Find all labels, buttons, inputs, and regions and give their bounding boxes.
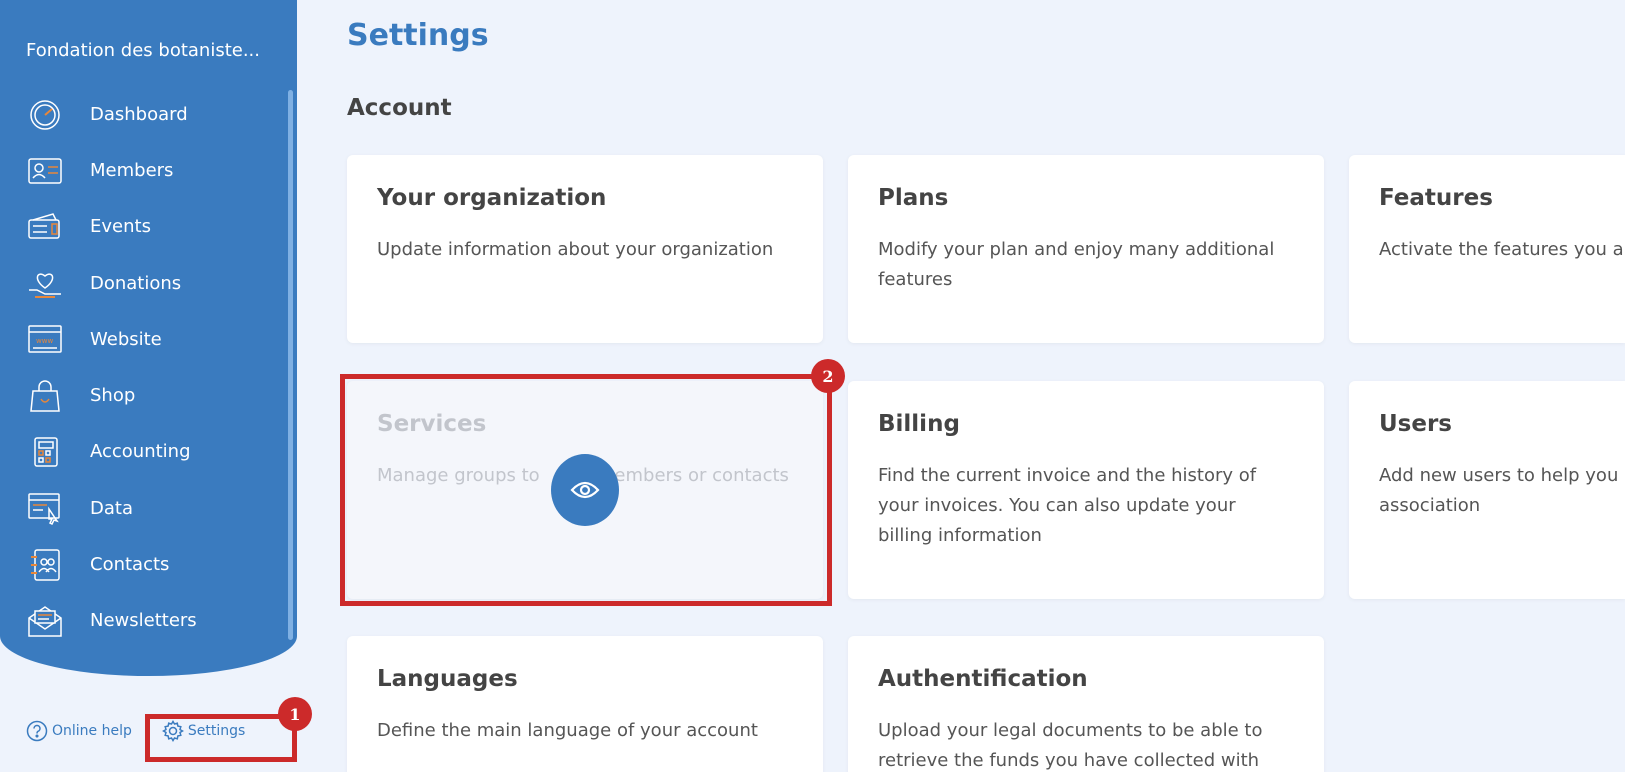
sidebar-item-website[interactable]: www Website [0, 311, 280, 367]
card-your-organization[interactable]: Your organization Update information abo… [347, 155, 823, 343]
card-features[interactable]: Features Activate the features you a [1349, 155, 1625, 343]
gear-icon [161, 720, 184, 742]
sidebar-item-label: Accounting [90, 441, 191, 463]
sidebar-item-newsletters[interactable]: Newsletters [0, 593, 280, 649]
sidebar-item-label: Data [90, 497, 133, 519]
sidebar-item-dashboard[interactable]: Dashboard [0, 86, 280, 142]
card-title: Authentification [878, 666, 1088, 692]
card-description: Upload your legal documents to be able t… [878, 720, 1263, 771]
browser-www-icon: www [26, 321, 64, 357]
step-badge-1: 1 [278, 697, 312, 731]
eye-icon [570, 481, 600, 499]
dashboard-gauge-icon [26, 96, 64, 132]
envelope-icon [26, 603, 64, 639]
sidebar-item-label: Newsletters [90, 610, 197, 632]
section-title-account: Account [347, 95, 452, 121]
sidebar-item-label: Shop [90, 385, 136, 407]
card-title: Languages [377, 666, 518, 692]
sidebar-item-label: Donations [90, 272, 182, 294]
svg-text:www: www [36, 337, 53, 345]
sidebar-item-accounting[interactable]: Accounting [0, 424, 280, 480]
online-help-label: Online help [52, 723, 132, 739]
sidebar-item-label: Website [90, 328, 162, 350]
step-badge-2: 2 [811, 359, 845, 393]
member-card-icon [26, 152, 64, 188]
calculator-icon [26, 434, 64, 470]
card-title: Billing [878, 411, 960, 437]
card-authentification[interactable]: Authentification Upload your legal docum… [848, 636, 1324, 772]
card-languages[interactable]: Languages Define the main language of yo… [347, 636, 823, 772]
card-description: Define the main language of your account [377, 720, 758, 741]
sidebar-item-label: Dashboard [90, 103, 188, 125]
sidebar-item-data[interactable]: Data [0, 480, 280, 536]
shopping-bag-icon [26, 378, 64, 414]
card-billing[interactable]: Billing Find the current invoice and the… [848, 381, 1324, 599]
contacts-book-icon [26, 547, 64, 583]
sidebar: Fondation des botaniste... Dashboard Mem… [0, 0, 297, 676]
preview-eye-button[interactable] [551, 454, 619, 526]
help-circle-icon [26, 720, 48, 742]
card-title: Plans [878, 185, 949, 211]
page-title: Settings [347, 18, 489, 53]
sidebar-item-contacts[interactable]: Contacts [0, 536, 280, 592]
sidebar-item-events[interactable]: Events [0, 199, 280, 255]
card-title: Features [1379, 185, 1493, 211]
card-description: Update information about your organizati… [377, 239, 774, 260]
settings-label: Settings [187, 723, 246, 739]
sidebar-item-label: Members [90, 159, 174, 181]
settings-link[interactable]: Settings [161, 720, 246, 742]
sidebar-item-label: Events [90, 216, 151, 238]
online-help-link[interactable]: Online help [26, 720, 132, 742]
ticket-icon [26, 209, 64, 245]
card-description: Add new users to help you association [1379, 465, 1619, 516]
sidebar-footer-links: Online help Settings [26, 720, 245, 742]
data-window-cursor-icon [26, 490, 64, 526]
sidebar-item-shop[interactable]: Shop [0, 367, 280, 423]
card-description: Modify your plan and enjoy many addition… [878, 239, 1275, 290]
card-title: Users [1379, 411, 1452, 437]
card-description: Activate the features you a [1379, 239, 1624, 260]
sidebar-item-label: Contacts [90, 554, 170, 576]
sidebar-scrollbar[interactable] [288, 90, 293, 640]
sidebar-item-members[interactable]: Members [0, 142, 280, 198]
card-users[interactable]: Users Add new users to help you associat… [1349, 381, 1625, 599]
sidebar-nav: Dashboard Members Events Donations www W… [0, 86, 280, 649]
card-title: Your organization [377, 185, 607, 211]
heart-hand-icon [26, 265, 64, 301]
card-description: Find the current invoice and the history… [878, 465, 1257, 546]
sidebar-item-donations[interactable]: Donations [0, 255, 280, 311]
card-title: Services [377, 411, 487, 437]
organization-name[interactable]: Fondation des botaniste... [26, 40, 266, 61]
card-plans[interactable]: Plans Modify your plan and enjoy many ad… [848, 155, 1324, 343]
